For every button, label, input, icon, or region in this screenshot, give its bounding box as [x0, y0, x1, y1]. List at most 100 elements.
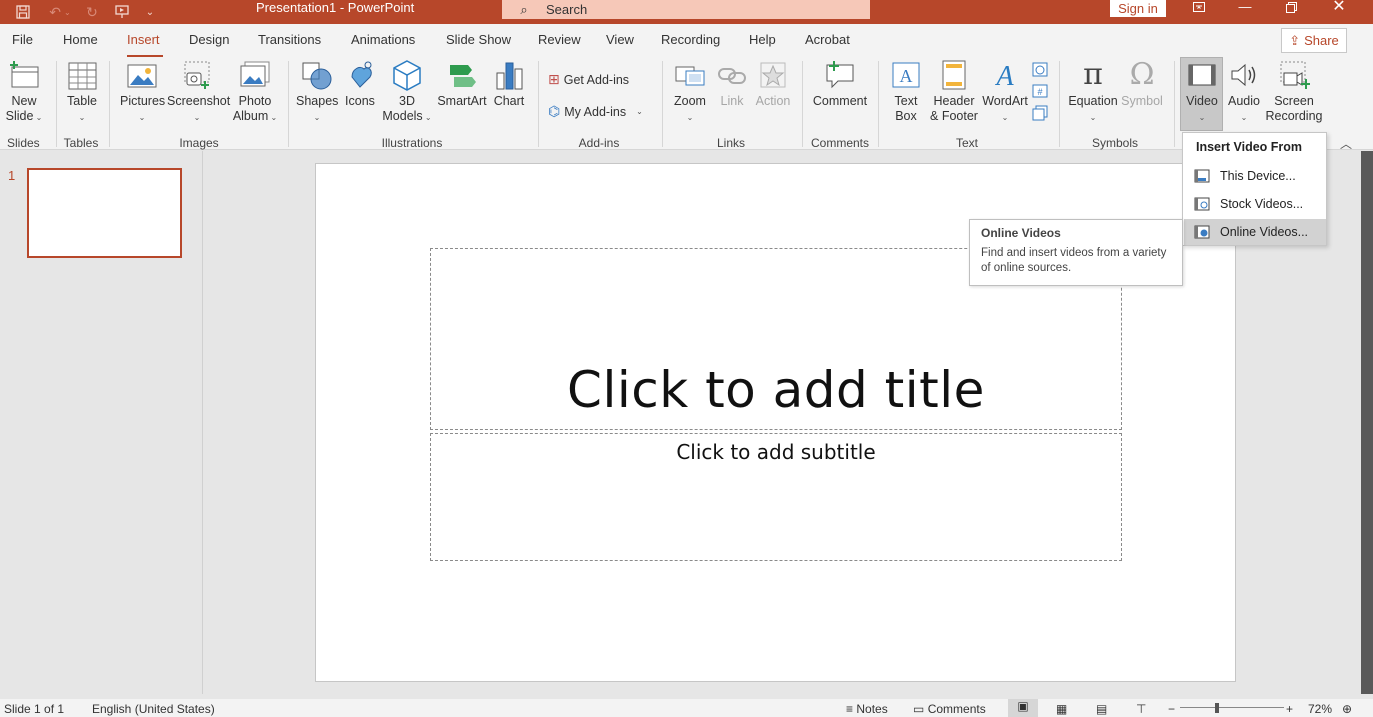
3d-models-label-2: Models: [382, 109, 423, 123]
table-button[interactable]: Table ⌄: [64, 59, 100, 125]
equation-button[interactable]: π Equation ⌄: [1066, 59, 1120, 125]
notes-label: Notes: [856, 702, 888, 716]
photo-album-label-1: Photo: [238, 94, 272, 108]
action-button[interactable]: Action: [754, 59, 792, 109]
close-icon[interactable]: ✕: [1316, 0, 1362, 16]
new-slide-label-1: New: [11, 94, 37, 108]
sign-in-button[interactable]: Sign in: [1110, 0, 1166, 17]
chart-button[interactable]: Chart: [492, 59, 526, 109]
reading-view-icon[interactable]: ▤: [1096, 702, 1107, 716]
share-icon: ⇪: [1289, 32, 1301, 48]
wordart-button[interactable]: A WordArt ⌄: [982, 59, 1028, 125]
new-slide-button[interactable]: New Slide ⌄: [4, 59, 44, 125]
search-input[interactable]: ⌕ Search: [502, 0, 870, 19]
slide-sorter-icon[interactable]: ▦: [1056, 702, 1067, 716]
icons-button[interactable]: Icons: [342, 59, 378, 109]
my-add-ins-button[interactable]: ⌬ My Add-ins ⌄: [548, 103, 643, 120]
tab-insert[interactable]: Insert: [127, 32, 160, 47]
comment-button[interactable]: Comment: [810, 59, 870, 109]
redo-icon[interactable]: ↻: [82, 0, 102, 24]
zoom-slider-thumb[interactable]: [1215, 703, 1219, 713]
notes-button[interactable]: ≡ Notes: [846, 702, 888, 716]
table-icon: [66, 59, 98, 91]
ribbon-display-options-icon[interactable]: [1176, 0, 1222, 16]
smartart-button[interactable]: SmartArt: [436, 59, 488, 109]
subtitle-placeholder-text: Click to add subtitle: [676, 440, 876, 464]
minimize-icon[interactable]: —: [1222, 0, 1268, 16]
zoom-out-icon[interactable]: −: [1168, 702, 1175, 716]
tab-slide-show[interactable]: Slide Show: [446, 32, 511, 47]
menu-item-stock-videos[interactable]: Stock Videos...: [1184, 191, 1326, 217]
slide-thumbnail[interactable]: [27, 168, 182, 258]
present-icon[interactable]: [112, 0, 132, 24]
menu-item-this-device[interactable]: This Device...: [1184, 163, 1326, 189]
tab-home[interactable]: Home: [63, 32, 98, 47]
audio-button[interactable]: Audio ⌄: [1226, 59, 1262, 125]
collapse-ribbon-icon[interactable]: ︿: [1340, 135, 1352, 152]
tab-acrobat[interactable]: Acrobat: [805, 32, 850, 47]
online-videos-tooltip: Online Videos Find and insert videos fro…: [969, 219, 1183, 286]
get-add-ins-button[interactable]: ⊞ Get Add-ins: [548, 71, 629, 88]
tab-help[interactable]: Help: [749, 32, 776, 47]
screenshot-button[interactable]: Screenshot ⌄: [167, 59, 230, 125]
tab-view[interactable]: View: [606, 32, 634, 47]
group-separator: [538, 61, 539, 147]
video-button[interactable]: Video ⌄: [1181, 59, 1223, 125]
group-separator: [56, 61, 57, 147]
tab-design[interactable]: Design: [189, 32, 229, 47]
equation-icon: π: [1083, 57, 1103, 92]
notes-icon: ≡: [846, 702, 854, 716]
video-icon: [1186, 59, 1218, 91]
screen-recording-button[interactable]: Screen Recording: [1264, 59, 1324, 124]
group-separator: [109, 61, 110, 147]
pictures-button[interactable]: Pictures ⌄: [120, 59, 165, 125]
svg-text:A: A: [900, 66, 913, 86]
tab-file[interactable]: File: [12, 32, 33, 47]
tooltip-description: Find and insert videos from a variety of…: [981, 247, 1167, 274]
3d-models-label-1: 3D: [399, 94, 415, 108]
comments-button[interactable]: ▭ Comments: [913, 702, 986, 716]
ribbon: New Slide ⌄ Slides Table ⌄ Tables Picture…: [0, 57, 1373, 152]
tab-transitions[interactable]: Transitions: [258, 32, 321, 47]
subtitle-placeholder[interactable]: Click to add subtitle: [430, 433, 1122, 561]
zoom-slider[interactable]: [1180, 707, 1284, 708]
smartart-icon: [446, 59, 478, 91]
tab-recording[interactable]: Recording: [661, 32, 720, 47]
equation-label: Equation: [1068, 94, 1118, 108]
group-separator: [662, 61, 663, 147]
date-time-icon[interactable]: [1032, 61, 1050, 79]
link-button[interactable]: Link: [714, 59, 750, 109]
save-icon[interactable]: [12, 0, 34, 24]
photo-album-button[interactable]: Photo Album ⌄: [232, 59, 278, 125]
share-button[interactable]: ⇪ Share: [1281, 28, 1347, 53]
screen-recording-icon: [1278, 59, 1310, 91]
comments-label: Comments: [927, 702, 986, 716]
slide-thumbnail-pane: 1: [0, 151, 203, 694]
zoom-label: Zoom: [674, 94, 706, 108]
symbol-button[interactable]: Ω Symbol: [1120, 59, 1164, 109]
tab-animations[interactable]: Animations: [351, 32, 415, 47]
vertical-scrollbar[interactable]: [1361, 151, 1373, 694]
object-icon[interactable]: [1032, 105, 1050, 123]
slideshow-view-icon[interactable]: ⊤: [1136, 702, 1146, 716]
zoom-level[interactable]: 72%: [1308, 702, 1332, 716]
menu-item-online-videos[interactable]: Online Videos...: [1184, 219, 1326, 245]
ribbon-tabs: File Home Insert Design Transitions Anim…: [0, 24, 1373, 57]
text-box-label-2: Box: [895, 109, 917, 123]
symbol-label: Symbol: [1121, 94, 1163, 108]
text-box-button[interactable]: A Text Box: [888, 59, 924, 124]
3d-models-button[interactable]: 3D Models ⌄: [382, 59, 432, 125]
fit-to-window-icon[interactable]: ⊕: [1342, 702, 1352, 716]
header-footer-button[interactable]: Header & Footer: [928, 59, 980, 124]
customize-qat-icon[interactable]: ⌄: [142, 0, 158, 24]
undo-icon[interactable]: ↶ ⌄: [44, 0, 76, 24]
normal-view-icon[interactable]: ▣: [1008, 699, 1038, 717]
speaker-icon: [1228, 59, 1260, 91]
zoom-button[interactable]: Zoom ⌄: [672, 59, 708, 125]
maximize-icon[interactable]: [1268, 0, 1314, 16]
language-status[interactable]: English (United States): [92, 702, 215, 716]
zoom-in-icon[interactable]: +: [1286, 702, 1293, 716]
shapes-button[interactable]: Shapes ⌄: [296, 59, 338, 125]
tab-review[interactable]: Review: [538, 32, 581, 47]
slide-number-icon[interactable]: #: [1032, 83, 1050, 101]
